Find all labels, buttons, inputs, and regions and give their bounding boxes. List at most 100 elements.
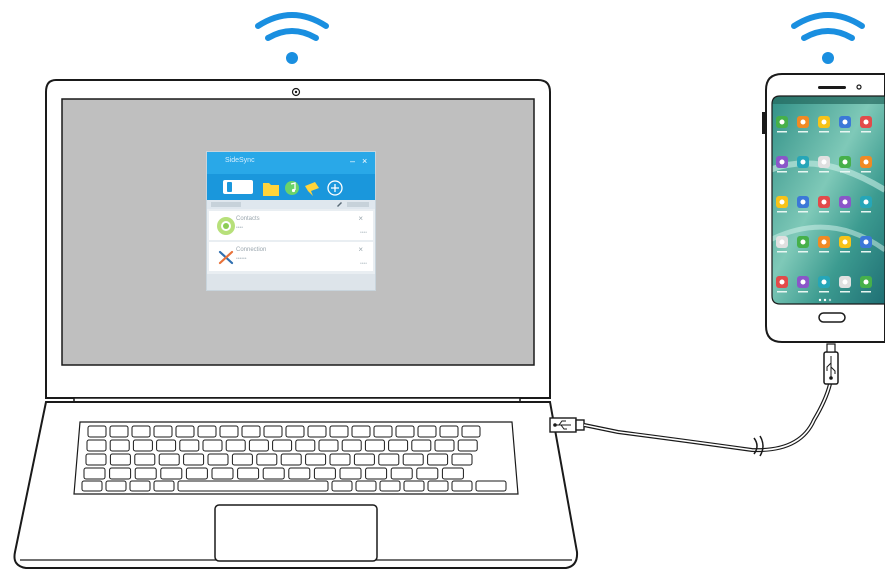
app-footer	[207, 274, 375, 290]
keyboard-key	[83, 467, 106, 480]
list-item[interactable]: Contacts •••• × ••••	[209, 211, 373, 240]
youtube-app-icon-label	[819, 291, 829, 293]
cable-break	[753, 435, 764, 457]
keyboard-key	[211, 467, 234, 480]
pin-icon[interactable]	[305, 182, 319, 196]
keyboard-key	[403, 480, 425, 492]
keyboard-key	[313, 467, 336, 480]
clock-app-icon-glyph	[800, 199, 806, 205]
android-app-icon-glyph	[863, 279, 869, 285]
youtube-app-icon-glyph	[821, 279, 827, 285]
phone-home-button	[818, 312, 846, 323]
app-titlebar: SideSync – ×	[207, 152, 375, 174]
keyboard-key	[85, 453, 107, 466]
keyboard-key	[318, 439, 339, 452]
keyboard-key	[219, 425, 239, 438]
keyboard-key	[262, 467, 285, 480]
keyboard-key	[109, 425, 129, 438]
contacts-app-icon	[217, 217, 235, 235]
keyboard-key	[241, 425, 261, 438]
keyboard-key	[158, 453, 180, 466]
keyboard-key	[160, 467, 183, 480]
keyboard-key	[353, 453, 375, 466]
app-toolbar	[207, 174, 375, 200]
row-meta: ••••	[359, 230, 367, 236]
usb-cable-inner	[583, 383, 831, 451]
s-health-app-icon-label	[777, 251, 787, 253]
video-app-icon-label	[840, 171, 850, 173]
music-app-icon-glyph	[800, 239, 806, 245]
keyboard-key	[411, 439, 432, 452]
store-app-icon-glyph	[842, 279, 848, 285]
keyboard-key	[390, 467, 413, 480]
music-icon[interactable]	[285, 181, 299, 195]
keyboard-key	[373, 425, 393, 438]
email-app-icon-glyph	[821, 239, 827, 245]
edit-icon[interactable]	[337, 202, 342, 207]
keyboard-key	[475, 480, 507, 492]
app-filter-bar	[207, 200, 375, 209]
keyboard-key	[177, 480, 329, 492]
tools-app-icon-label	[861, 211, 871, 213]
row-subtitle: ••••	[236, 225, 244, 231]
keyboard-key	[156, 439, 177, 452]
messages-app-icon-label	[819, 131, 829, 133]
keyboard-key	[427, 453, 449, 466]
list-item[interactable]: Connection •••••• × ••••	[209, 242, 373, 271]
phone-earpiece	[818, 86, 846, 89]
phone-icon[interactable]	[223, 180, 253, 194]
calendar-app-icon-label	[777, 211, 787, 213]
store-app-icon-label	[840, 291, 850, 293]
samsung-app-icon-label	[840, 211, 850, 213]
internet-app-icon-glyph	[842, 119, 848, 125]
keyboard-key	[263, 425, 283, 438]
keyboard-key	[225, 439, 246, 452]
clock-app-icon-label	[798, 211, 808, 213]
keyboard-key	[179, 439, 200, 452]
email-app-icon-label	[819, 251, 829, 253]
usb-cable	[583, 383, 832, 453]
keyboard-key	[153, 480, 175, 492]
keyboard-key	[378, 453, 400, 466]
camera-app-icon-glyph	[863, 119, 869, 125]
keyboard-key	[153, 425, 173, 438]
video-app-icon-glyph	[842, 159, 848, 165]
keyboard-key	[305, 453, 327, 466]
row-close-button[interactable]: ×	[358, 245, 363, 254]
keyboard-key	[402, 453, 424, 466]
keyboard-key	[134, 453, 156, 466]
close-button[interactable]: ×	[362, 156, 367, 166]
keyboard-key	[355, 480, 377, 492]
keyboard-key	[329, 425, 349, 438]
keyboard-key	[307, 425, 327, 438]
minimize-button[interactable]: –	[350, 156, 355, 166]
notes-app-icon-glyph	[863, 239, 869, 245]
keyboard-key	[207, 453, 229, 466]
keyboard-key	[451, 480, 473, 492]
keyboard-key	[87, 425, 107, 438]
keyboard-keys	[81, 425, 507, 492]
keyboard-key	[329, 453, 351, 466]
usb-plug-phone-tip	[826, 343, 836, 353]
keyboard-key	[339, 467, 362, 480]
keyboard-key	[175, 425, 195, 438]
contacts-app-icon-glyph	[800, 119, 806, 125]
memo-app-icon-label	[819, 171, 829, 173]
keyboard-key	[295, 439, 316, 452]
weather-app-icon-label	[777, 171, 787, 173]
keyboard-key	[451, 453, 473, 466]
internet-app-icon-label	[840, 131, 850, 133]
keyboard-key	[288, 467, 311, 480]
folder-icon[interactable]	[263, 183, 279, 196]
keyboard-key	[109, 439, 130, 452]
add-icon[interactable]	[327, 180, 343, 196]
keyboard-key	[441, 467, 464, 480]
row-close-button[interactable]: ×	[358, 214, 363, 223]
messages-app-icon-glyph	[821, 119, 827, 125]
chrome-app-icon-glyph	[779, 279, 785, 285]
keyboard-key	[132, 439, 153, 452]
phone-app-icon-glyph	[779, 119, 785, 125]
trackpad	[214, 504, 378, 562]
keyboard-key	[86, 439, 107, 452]
s-health-app-icon-glyph	[779, 239, 785, 245]
